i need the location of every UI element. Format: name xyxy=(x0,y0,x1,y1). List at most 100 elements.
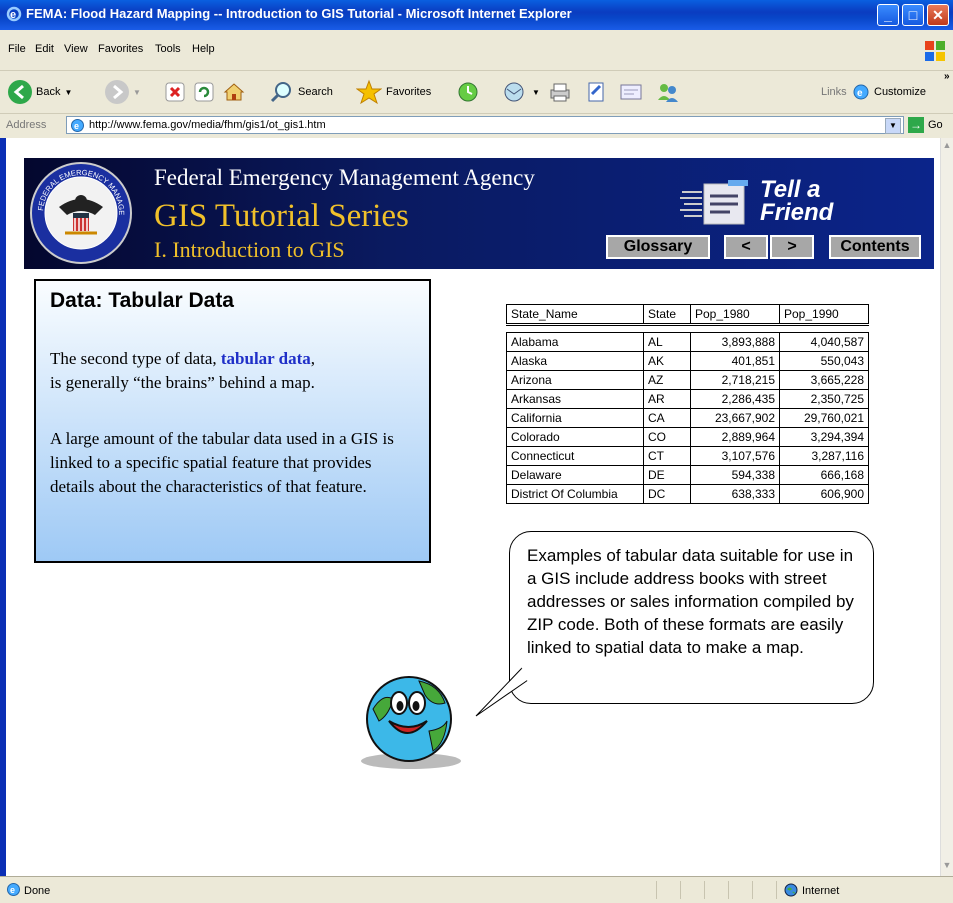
edit-page-icon xyxy=(588,82,604,102)
table-row: Delaware DE 594,338 666,168 xyxy=(506,465,869,485)
discuss-button[interactable] xyxy=(618,77,644,107)
toolbar: Back ▼ ▼ Search Favorites ▼ Links e Cust… xyxy=(0,71,953,114)
scroll-down-icon[interactable]: ▼ xyxy=(941,860,953,874)
table-cell: 3,107,576 xyxy=(690,446,780,466)
tell-a-friend-label: Tell a Friend xyxy=(760,176,834,226)
messenger-icon xyxy=(658,84,678,102)
menu-edit[interactable]: Edit xyxy=(35,43,54,55)
menu-file[interactable]: File xyxy=(8,43,26,55)
speech-bubble: Examples of tabular data suitable for us… xyxy=(509,531,874,704)
refresh-button[interactable] xyxy=(193,77,215,107)
contents-button[interactable]: Contents xyxy=(829,235,921,259)
status-text: Done xyxy=(24,885,51,897)
table-cell: CA xyxy=(643,408,691,428)
lesson-paragraph-1: The second type of data, tabular data, is… xyxy=(50,349,316,392)
table-cell: 3,665,228 xyxy=(779,370,869,390)
menu-help[interactable]: Help xyxy=(192,43,215,55)
table-cell: 2,350,725 xyxy=(779,389,869,409)
star-icon xyxy=(356,79,382,105)
customize-link[interactable]: e Customize xyxy=(852,77,926,107)
menu-tools[interactable]: Tools xyxy=(155,43,181,55)
history-icon xyxy=(458,82,478,102)
forward-arrow-icon xyxy=(105,80,129,104)
security-zone-label: Internet xyxy=(802,885,840,897)
links-button[interactable]: Links xyxy=(821,77,847,107)
previous-button[interactable]: < xyxy=(724,235,768,259)
table-cell: 3,294,394 xyxy=(779,427,869,447)
table-cell: AZ xyxy=(643,370,691,390)
back-button[interactable]: Back ▼ xyxy=(8,77,72,107)
table-row: Colorado CO 2,889,964 3,294,394 xyxy=(506,427,869,447)
table-cell: 2,718,215 xyxy=(690,370,780,390)
chevron-down-icon: ▼ xyxy=(64,87,73,97)
table-cell: 594,338 xyxy=(690,465,780,485)
series-title: GIS Tutorial Series xyxy=(154,198,409,234)
next-button[interactable]: > xyxy=(770,235,814,259)
table-cell: Colorado xyxy=(506,427,644,447)
table-header: State xyxy=(643,304,691,326)
home-icon xyxy=(223,83,245,101)
table-cell: AR xyxy=(643,389,691,409)
go-button[interactable]: → Go xyxy=(908,117,943,133)
discuss-icon xyxy=(620,84,642,100)
tell-a-friend-link[interactable]: Tell a Friend xyxy=(680,176,860,230)
favorites-button[interactable]: Favorites xyxy=(356,77,431,107)
vertical-scrollbar[interactable]: ▲ ▼ xyxy=(940,138,953,876)
stop-button[interactable] xyxy=(164,77,186,107)
table-cell: 29,760,021 xyxy=(779,408,869,428)
table-row: Arkansas AR 2,286,435 2,350,725 xyxy=(506,389,869,409)
print-button[interactable] xyxy=(548,77,572,107)
tabular-data-link[interactable]: tabular data xyxy=(221,349,311,368)
glossary-button[interactable]: Glossary xyxy=(606,235,710,259)
table-cell: CO xyxy=(643,427,691,447)
table-cell: AK xyxy=(643,351,691,371)
section-title: I. Introduction to GIS xyxy=(154,237,345,262)
table-header-row: State_Name State Pop_1980 Pop_1990 xyxy=(506,304,869,326)
minimize-button[interactable]: _ xyxy=(877,4,899,26)
favorites-label: Favorites xyxy=(386,86,432,98)
menu-favorites[interactable]: Favorites xyxy=(98,43,143,55)
scroll-up-icon[interactable]: ▲ xyxy=(941,140,953,154)
go-arrow-icon: → xyxy=(908,117,924,133)
address-label: Address xyxy=(6,119,47,131)
chevron-down-icon: ▼ xyxy=(133,87,141,97)
lesson-heading: Data: Tabular Data xyxy=(50,289,234,312)
messenger-button[interactable] xyxy=(655,77,681,107)
table-cell: 401,851 xyxy=(690,351,780,371)
agency-name: Federal Emergency Management Agency xyxy=(154,165,535,190)
maximize-button[interactable]: □ xyxy=(902,4,924,26)
menu-view[interactable]: View xyxy=(64,43,88,55)
ie-page-icon: e xyxy=(7,883,20,896)
table-cell: 666,168 xyxy=(779,465,869,485)
population-table: State_Name State Pop_1980 Pop_1990 Alaba… xyxy=(506,304,880,518)
lesson-text-box: Data: Tabular Data The second type of da… xyxy=(34,279,431,563)
svg-text:e: e xyxy=(10,885,15,895)
back-label: Back xyxy=(36,86,61,98)
address-dropdown-icon[interactable]: ▼ xyxy=(885,118,901,134)
close-button[interactable]: ✕ xyxy=(927,4,949,26)
table-row: Arizona AZ 2,718,215 3,665,228 xyxy=(506,370,869,390)
back-arrow-icon xyxy=(8,80,32,104)
search-icon xyxy=(270,82,291,103)
history-button[interactable] xyxy=(456,77,480,107)
table-cell: Arizona xyxy=(506,370,644,390)
mail-button[interactable]: ▼ xyxy=(502,77,540,107)
home-button[interactable] xyxy=(222,77,246,107)
toolbar-overflow-icon[interactable]: » xyxy=(944,71,950,82)
address-input[interactable]: e http://www.fema.gov/media/fhm/gis1/ot_… xyxy=(66,116,904,134)
address-bar: Address e http://www.fema.gov/media/fhm/… xyxy=(0,114,953,139)
ie-page-icon: e xyxy=(71,119,84,132)
table-cell: Delaware xyxy=(506,465,644,485)
table-row: Alabama AL 3,893,888 4,040,587 xyxy=(506,332,869,352)
go-label: Go xyxy=(928,119,943,131)
table-header: Pop_1980 xyxy=(690,304,780,326)
table-cell: Alabama xyxy=(506,332,644,352)
page-content: FEDERAL EMERGENCY MANAGEMENT AGENCY Fede… xyxy=(6,138,940,876)
ie-page-icon: e xyxy=(853,84,869,100)
table-cell: 3,287,116 xyxy=(779,446,869,466)
search-button[interactable]: Search xyxy=(270,77,333,107)
forward-button[interactable]: ▼ xyxy=(105,77,141,107)
edit-button[interactable] xyxy=(584,77,608,107)
table-row: District Of Columbia DC 638,333 606,900 xyxy=(506,484,869,504)
customize-label: Customize xyxy=(874,86,926,98)
